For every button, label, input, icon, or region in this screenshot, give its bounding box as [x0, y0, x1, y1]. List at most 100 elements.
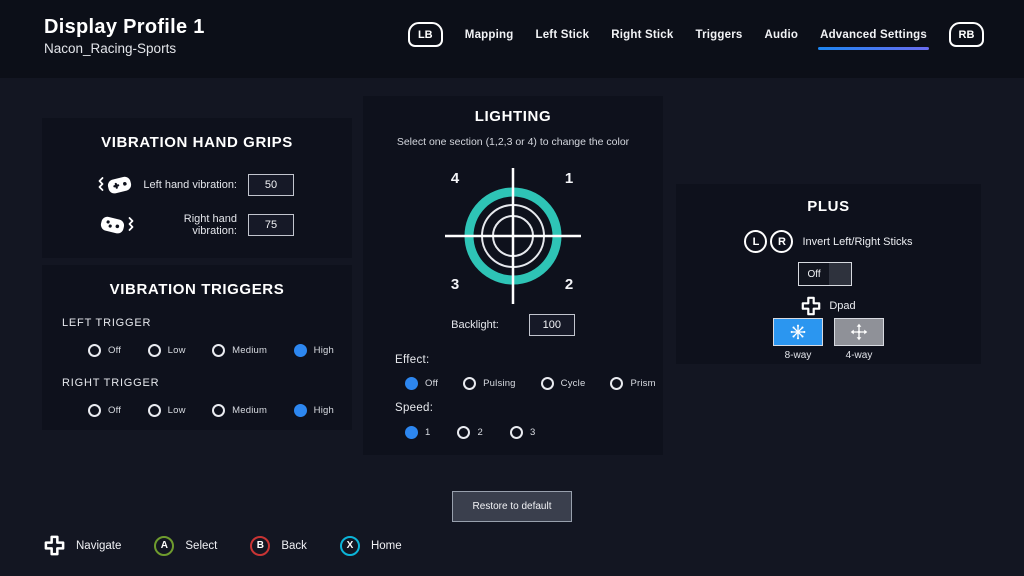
- move-4way-icon: [850, 323, 868, 341]
- lighting-section-4[interactable]: 4: [447, 170, 463, 187]
- dpad-label: Dpad: [829, 300, 855, 312]
- radio-left-trigger-low[interactable]: Low: [148, 344, 186, 357]
- radio-left-trigger-medium[interactable]: Medium: [212, 344, 267, 357]
- left-trigger-label: LEFT TRIGGER: [62, 317, 151, 329]
- left-trigger-options: Off Low Medium High: [88, 344, 334, 357]
- radio-icon[interactable]: [510, 426, 523, 439]
- left-hand-vibration-icon: [98, 173, 138, 197]
- tab-audio[interactable]: Audio: [764, 29, 798, 41]
- top-nav: LB Mapping Left Stick Right Stick Trigge…: [408, 22, 984, 47]
- radio-icon[interactable]: [212, 404, 225, 417]
- radio-icon[interactable]: [88, 344, 101, 357]
- hint-label: Navigate: [76, 540, 121, 552]
- invert-sticks-row: L R Invert Left/Right Sticks: [676, 230, 981, 253]
- radio-icon-selected[interactable]: [294, 344, 307, 357]
- radio-speed-3[interactable]: 3: [510, 426, 535, 439]
- right-trigger-options: Off Low Medium High: [88, 404, 334, 417]
- radio-label: High: [314, 405, 334, 416]
- radio-icon[interactable]: [212, 344, 225, 357]
- tab-right-stick[interactable]: Right Stick: [611, 29, 673, 41]
- lighting-subtitle: Select one section (1,2,3 or 4) to chang…: [363, 136, 663, 148]
- radio-label: Prism: [630, 378, 655, 389]
- lighting-section-1[interactable]: 1: [561, 170, 577, 187]
- radio-label: Off: [108, 405, 121, 416]
- tab-left-stick[interactable]: Left Stick: [535, 29, 589, 41]
- invert-sticks-toggle[interactable]: Off: [798, 262, 852, 286]
- radio-label: Cycle: [561, 378, 586, 389]
- radio-icon-selected[interactable]: [294, 404, 307, 417]
- toggle-value: Off: [799, 263, 829, 285]
- dpad-icon: [44, 535, 65, 556]
- right-trigger-label: RIGHT TRIGGER: [62, 377, 159, 389]
- dpad-mode-8way[interactable]: 8-way: [773, 318, 823, 361]
- dpad-mode-4way[interactable]: 4-way: [834, 318, 884, 361]
- radio-label: Pulsing: [483, 378, 516, 389]
- panel-title: PLUS: [676, 198, 981, 215]
- lighting-panel: LIGHTING Select one section (1,2,3 or 4)…: [363, 96, 663, 455]
- radio-label: Low: [168, 405, 186, 416]
- speed-options: 1 2 3: [405, 426, 535, 439]
- radio-icon[interactable]: [457, 426, 470, 439]
- lighting-section-2[interactable]: 2: [561, 276, 577, 293]
- left-hand-vibration-input[interactable]: 50: [248, 174, 294, 196]
- right-hand-vibration-label: Right hand vibration:: [138, 213, 237, 237]
- restore-default-button[interactable]: Restore to default: [452, 491, 572, 522]
- radio-right-trigger-medium[interactable]: Medium: [212, 404, 267, 417]
- radio-label: 3: [530, 427, 535, 438]
- radio-effect-cycle[interactable]: Cycle: [541, 377, 586, 390]
- toggle-track: [829, 263, 851, 285]
- radio-icon[interactable]: [610, 377, 623, 390]
- radio-effect-pulsing[interactable]: Pulsing: [463, 377, 516, 390]
- vibration-triggers-panel: VIBRATION TRIGGERS LEFT TRIGGER Off Low …: [42, 265, 352, 430]
- b-button-icon: B: [250, 536, 270, 556]
- dpad-icon: [801, 296, 821, 316]
- radio-label: Low: [168, 345, 186, 356]
- 4way-button[interactable]: [834, 318, 884, 346]
- hint-navigate: Navigate: [44, 535, 121, 556]
- right-hand-vibration-input[interactable]: 75: [248, 214, 294, 236]
- panel-title: VIBRATION HAND GRIPS: [42, 134, 352, 151]
- radio-speed-2[interactable]: 2: [457, 426, 482, 439]
- effect-label: Effect:: [395, 354, 430, 366]
- left-hand-vibration-label: Left hand vibration:: [138, 179, 237, 191]
- hint-label: Select: [185, 540, 217, 552]
- radio-right-trigger-high[interactable]: High: [294, 404, 334, 417]
- radio-icon[interactable]: [148, 404, 161, 417]
- radio-label: Off: [108, 345, 121, 356]
- tab-advanced-settings[interactable]: Advanced Settings: [820, 29, 927, 41]
- dpad-modes: 8-way 4-way: [676, 318, 981, 361]
- profile-header: Display Profile 1 Nacon_Racing-Sports: [44, 16, 205, 56]
- lb-bumper-icon[interactable]: LB: [408, 22, 443, 47]
- hint-home: X Home: [340, 536, 402, 556]
- radio-icon[interactable]: [541, 377, 554, 390]
- lighting-section-3[interactable]: 3: [447, 276, 463, 293]
- radio-label: Off: [425, 378, 438, 389]
- left-stick-button-icon: L: [744, 230, 767, 253]
- rb-bumper-icon[interactable]: RB: [949, 22, 984, 47]
- radio-speed-1[interactable]: 1: [405, 426, 430, 439]
- radio-icon-selected[interactable]: [405, 377, 418, 390]
- backlight-row: Backlight: 100: [363, 314, 663, 336]
- backlight-input[interactable]: 100: [529, 314, 575, 336]
- radio-right-trigger-off[interactable]: Off: [88, 404, 121, 417]
- radio-right-trigger-low[interactable]: Low: [148, 404, 186, 417]
- radio-icon[interactable]: [88, 404, 101, 417]
- radio-icon[interactable]: [463, 377, 476, 390]
- panel-title: LIGHTING: [363, 108, 663, 125]
- 8way-button[interactable]: [773, 318, 823, 346]
- hint-back: B Back: [250, 536, 307, 556]
- a-button-icon: A: [154, 536, 174, 556]
- page-title: Display Profile 1: [44, 16, 205, 39]
- snowflake-8way-icon: [789, 323, 807, 341]
- radio-left-trigger-high[interactable]: High: [294, 344, 334, 357]
- top-bar: Display Profile 1 Nacon_Racing-Sports LB…: [0, 0, 1024, 78]
- radio-label: 1: [425, 427, 430, 438]
- tab-triggers[interactable]: Triggers: [696, 29, 743, 41]
- radio-icon-selected[interactable]: [405, 426, 418, 439]
- effect-options: Off Pulsing Cycle Prism: [405, 377, 656, 390]
- radio-effect-prism[interactable]: Prism: [610, 377, 655, 390]
- radio-icon[interactable]: [148, 344, 161, 357]
- tab-mapping[interactable]: Mapping: [465, 29, 514, 41]
- radio-left-trigger-off[interactable]: Off: [88, 344, 121, 357]
- radio-effect-off[interactable]: Off: [405, 377, 438, 390]
